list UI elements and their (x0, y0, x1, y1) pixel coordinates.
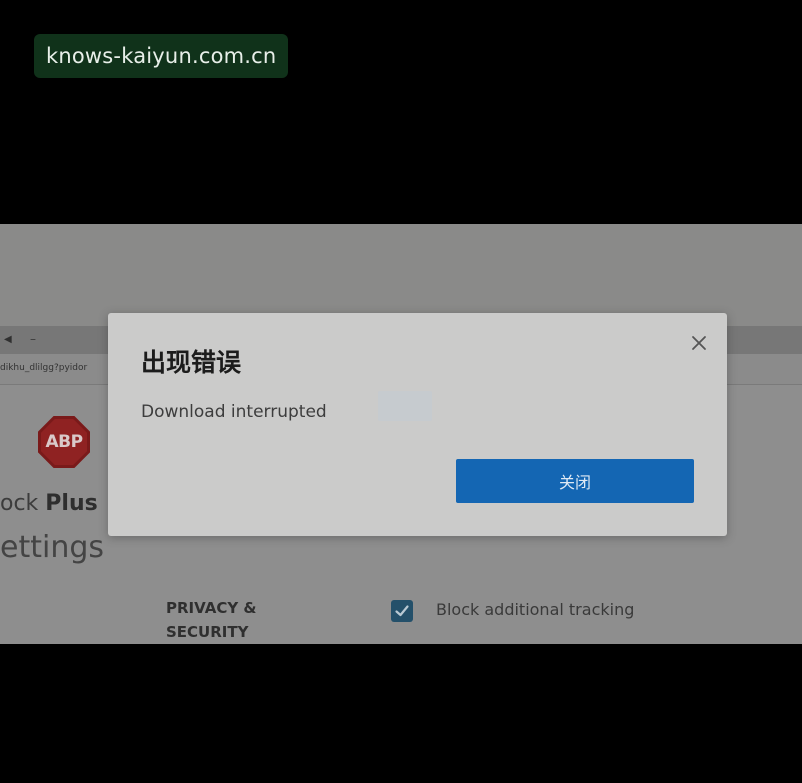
dialog-message: Download interrupted (141, 402, 327, 422)
background-highlight (378, 391, 432, 421)
section-title-privacy: PRIVACY & SECURITY (166, 599, 257, 641)
abp-logo-text: ABP (41, 419, 87, 465)
close-icon[interactable] (689, 333, 709, 353)
dialog-title: 出现错误 (141, 348, 242, 377)
tab-dash-icon: – (30, 332, 36, 346)
close-x-glyph (692, 336, 706, 350)
close-dialog-button[interactable]: 关闭 (456, 459, 694, 503)
brand-name: ock Plus (0, 491, 98, 516)
brand-bold: Plus (45, 491, 98, 516)
settings-heading: ettings (0, 530, 105, 565)
tab-arrow-icon: ◀ (4, 334, 12, 345)
block-tracking-checkbox[interactable] (391, 600, 413, 622)
brand-prefix: ock (0, 491, 46, 516)
video-frame: ◀ – dikhu_dlilgg?pyidor ABP ock Plus ett… (0, 224, 802, 644)
url-text: dikhu_dlilgg?pyidor (0, 363, 88, 373)
checkmark-icon (395, 605, 409, 617)
error-dialog: 出现错误 Download interrupted 关闭 (108, 313, 727, 536)
block-tracking-label: Block additional tracking (436, 600, 635, 619)
watermark-label: knows-kaiyun.com.cn (34, 34, 289, 78)
screen: knows-kaiyun.com.cn ◀ – dikhu_dlilgg?pyi… (0, 0, 802, 783)
